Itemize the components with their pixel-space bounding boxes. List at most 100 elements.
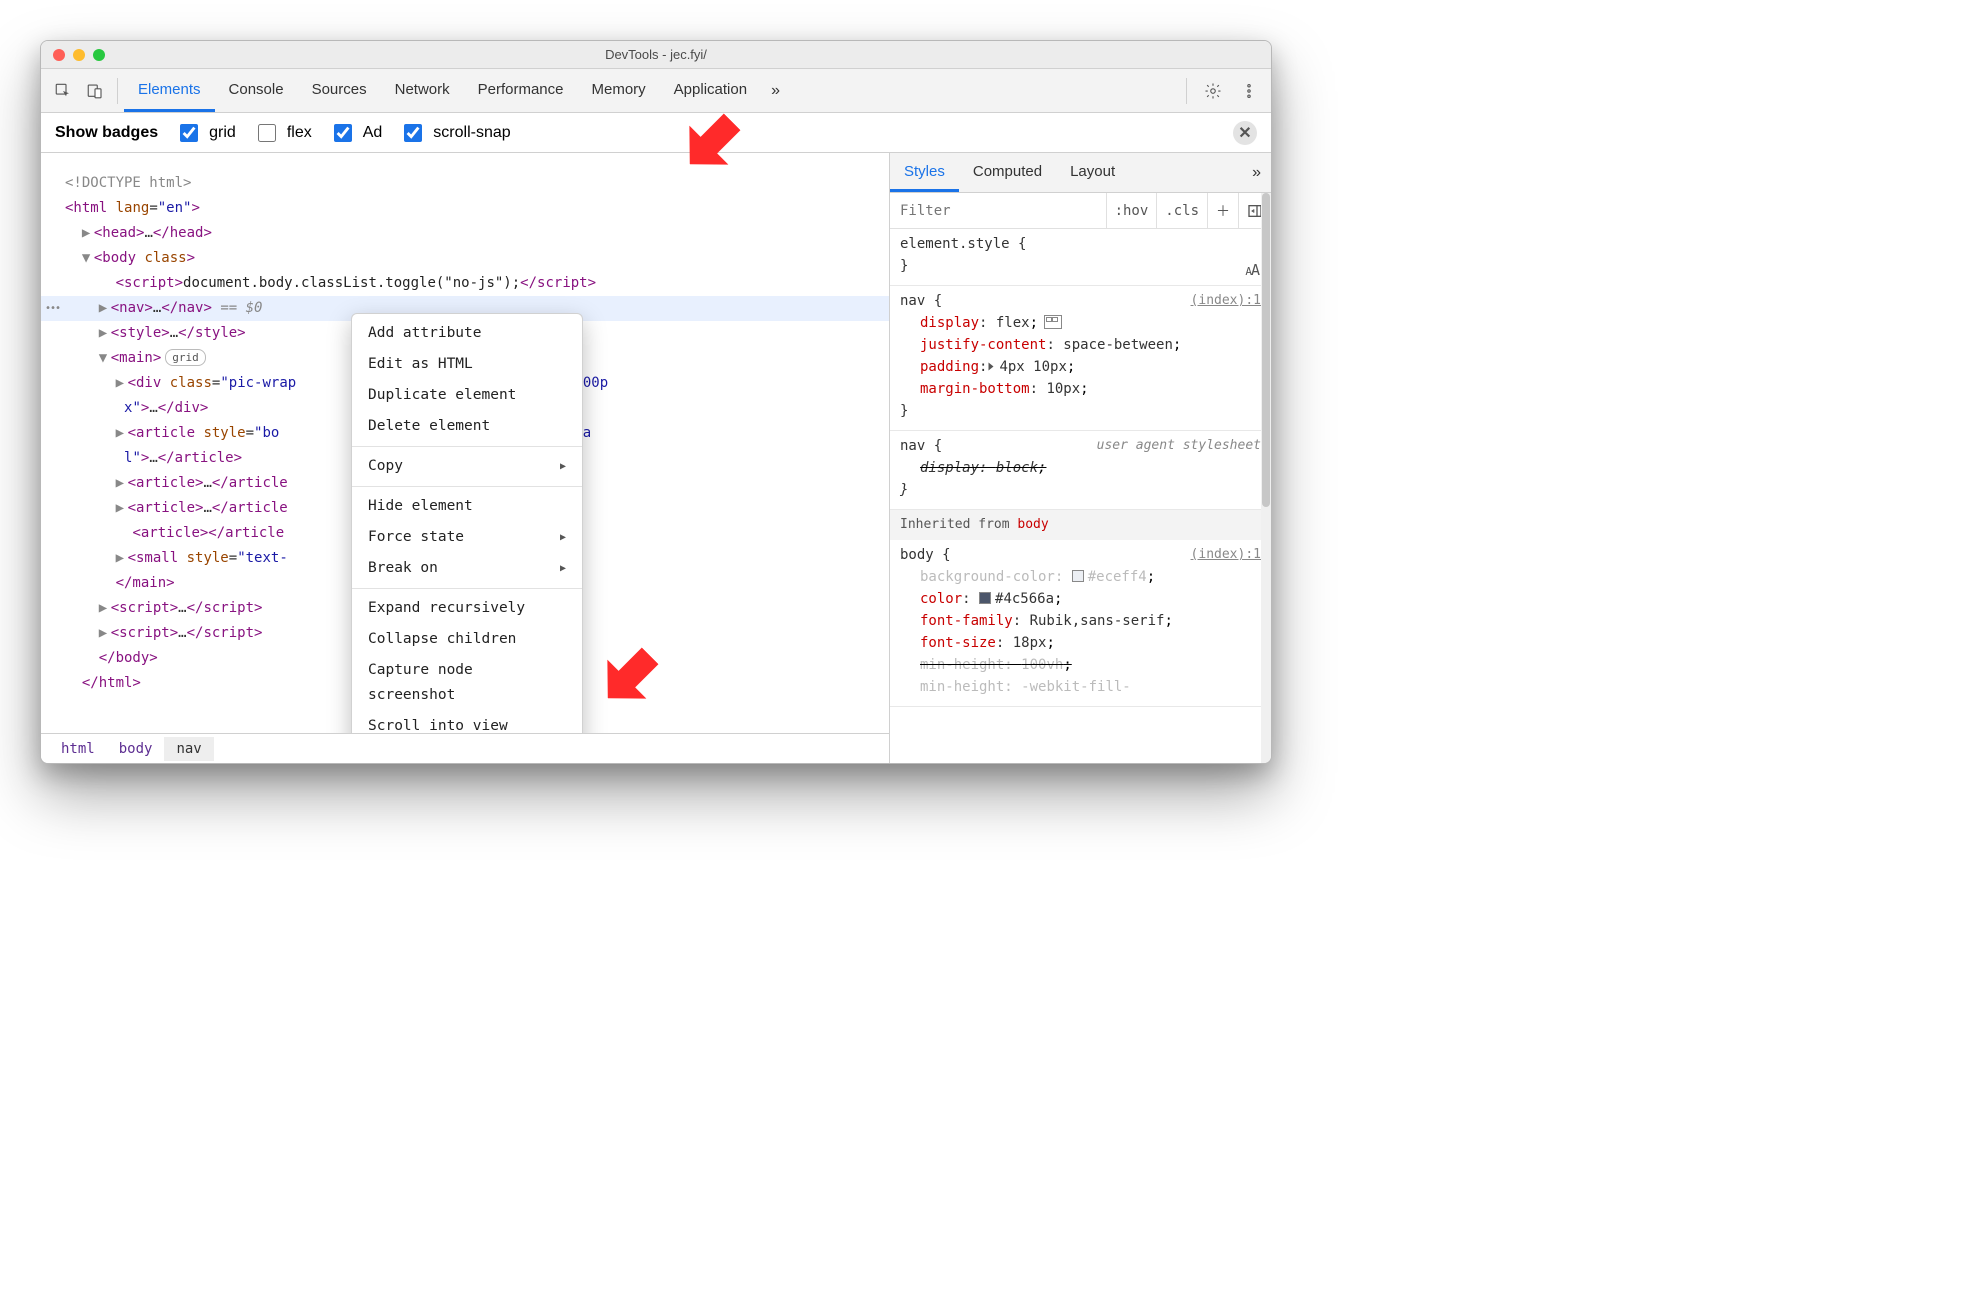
styles-sidebar: Styles Computed Layout » :hov .cls ＋ ele… xyxy=(889,153,1271,763)
badge-checkbox-scroll-snap[interactable] xyxy=(404,124,422,142)
main-toolbar: Elements Console Sources Network Perform… xyxy=(41,69,1271,113)
context-menu-item[interactable]: Capture node screenshot xyxy=(352,655,582,711)
inherited-from-link[interactable]: body xyxy=(1017,517,1048,532)
badge-option-ad[interactable]: Ad xyxy=(330,121,383,145)
new-style-rule-button[interactable]: ＋ xyxy=(1207,193,1238,228)
inline-script-text: document.body.classList.toggle("no-js"); xyxy=(183,275,520,291)
context-menu-item-label: Duplicate element xyxy=(368,383,516,408)
rule-source-link[interactable]: (index):1 xyxy=(1191,544,1261,566)
close-badges-bar-button[interactable]: ✕ xyxy=(1233,121,1257,145)
context-menu-item[interactable]: Delete element xyxy=(352,411,582,442)
dom-tree[interactable]: <!DOCTYPE html> <html lang="en"> ▶<head>… xyxy=(41,153,889,733)
tab-elements[interactable]: Elements xyxy=(124,69,215,112)
window-title: DevTools - jec.fyi/ xyxy=(41,47,1271,62)
rule-nav[interactable]: (index):1 nav { display: flex; justify-c… xyxy=(890,286,1271,431)
context-menu-separator xyxy=(352,446,582,447)
sidebar-tab-computed[interactable]: Computed xyxy=(959,153,1056,192)
rule-nav-ua[interactable]: user agent stylesheet nav { display: blo… xyxy=(890,431,1271,510)
context-menu-item[interactable]: Scroll into view xyxy=(352,711,582,733)
toolbar-separator xyxy=(1186,78,1187,104)
badge-option-scroll-snap[interactable]: scroll-snap xyxy=(400,121,510,145)
color-swatch-icon[interactable] xyxy=(1072,570,1084,582)
tab-console[interactable]: Console xyxy=(215,69,298,112)
context-menu-item[interactable]: Break on xyxy=(352,553,582,584)
context-menu-item-label: Edit as HTML xyxy=(368,352,473,377)
devtools-window: DevTools - jec.fyi/ Elements Console Sou… xyxy=(40,40,1272,764)
device-toolbar-button[interactable] xyxy=(79,75,111,107)
main-split: <!DOCTYPE html> <html lang="en"> ▶<head>… xyxy=(41,153,1271,763)
hov-button[interactable]: :hov xyxy=(1106,193,1157,228)
sidebar-tab-layout[interactable]: Layout xyxy=(1056,153,1129,192)
tab-sources[interactable]: Sources xyxy=(298,69,381,112)
context-menu-item-label: Force state xyxy=(368,525,464,550)
rule-selector: element.style { xyxy=(900,233,1261,255)
more-tabs-button[interactable]: » xyxy=(761,82,790,100)
crumb-html[interactable]: html xyxy=(49,737,107,761)
crumb-nav[interactable]: nav xyxy=(164,737,213,761)
context-menu-item-label: Copy xyxy=(368,454,403,479)
styles-filter-input[interactable] xyxy=(890,203,1106,219)
doctype-node[interactable]: <!DOCTYPE html> xyxy=(65,175,191,191)
context-menu-item-label: Capture node screenshot xyxy=(368,658,566,708)
context-menu-item-label: Add attribute xyxy=(368,321,482,346)
badge-option-label: grid xyxy=(209,124,236,142)
context-menu-item-label: Scroll into view xyxy=(368,714,508,733)
badge-checkbox-flex[interactable] xyxy=(258,124,276,142)
badge-checkbox-ad[interactable] xyxy=(334,124,352,142)
crumb-body[interactable]: body xyxy=(107,737,165,761)
elements-panel: <!DOCTYPE html> <html lang="en"> ▶<head>… xyxy=(41,153,889,763)
context-menu-item[interactable]: Force state xyxy=(352,522,582,553)
flexbox-editor-icon[interactable] xyxy=(1044,315,1062,329)
rule-source-ua: user agent stylesheet xyxy=(1097,435,1261,457)
badges-bar: Show badges grid flex Ad scroll-snap ✕ xyxy=(41,113,1271,153)
badges-label: Show badges xyxy=(55,124,158,142)
cls-button[interactable]: .cls xyxy=(1156,193,1207,228)
sidebar-tab-styles[interactable]: Styles xyxy=(890,153,959,192)
kebab-menu-button[interactable] xyxy=(1233,75,1265,107)
styles-rules[interactable]: element.style { } AA (index):1 nav { dis… xyxy=(890,229,1271,763)
rule-body[interactable]: (index):1 body { background-color: #ecef… xyxy=(890,540,1271,707)
tab-network[interactable]: Network xyxy=(381,69,464,112)
context-menu-item[interactable]: Edit as HTML xyxy=(352,349,582,380)
badge-option-label: scroll-snap xyxy=(433,124,510,142)
context-menu-item-label: Delete element xyxy=(368,414,490,439)
panel-tabs: Elements Console Sources Network Perform… xyxy=(124,69,790,112)
context-menu-item[interactable]: Collapse children xyxy=(352,624,582,655)
badge-option-label: Ad xyxy=(363,124,383,142)
inherited-from-header: Inherited from body xyxy=(890,510,1271,540)
badge-option-label: flex xyxy=(287,124,312,142)
context-menu: Add attribute Edit as HTML Duplicate eleme… xyxy=(351,313,583,733)
context-menu-separator xyxy=(352,486,582,487)
breadcrumb: html body nav xyxy=(41,733,889,763)
rule-element-style[interactable]: element.style { } AA xyxy=(890,229,1271,286)
tab-performance[interactable]: Performance xyxy=(464,69,578,112)
context-menu-item-label: Expand recursively xyxy=(368,596,525,621)
context-menu-item[interactable]: Hide element xyxy=(352,491,582,522)
titlebar: DevTools - jec.fyi/ xyxy=(41,41,1271,69)
context-menu-item-label: Collapse children xyxy=(368,627,516,652)
font-size-icon[interactable]: AA xyxy=(1245,259,1259,283)
context-menu-separator xyxy=(352,588,582,589)
tab-application[interactable]: Application xyxy=(660,69,761,112)
toolbar-separator xyxy=(117,78,118,104)
context-menu-item-label: Hide element xyxy=(368,494,473,519)
more-sidebar-tabs-button[interactable]: » xyxy=(1242,164,1271,182)
tab-memory[interactable]: Memory xyxy=(578,69,660,112)
shorthand-expand-icon[interactable] xyxy=(989,363,994,371)
context-menu-item[interactable]: Expand recursively xyxy=(352,593,582,624)
context-menu-item-label: Break on xyxy=(368,556,438,581)
badge-option-grid[interactable]: grid xyxy=(176,121,236,145)
scrollbar[interactable] xyxy=(1261,193,1271,763)
context-menu-item[interactable]: Copy xyxy=(352,451,582,482)
context-menu-item[interactable]: Duplicate element xyxy=(352,380,582,411)
rule-source-link[interactable]: (index):1 xyxy=(1191,290,1261,312)
inspect-element-button[interactable] xyxy=(47,75,79,107)
settings-button[interactable] xyxy=(1197,75,1229,107)
badge-checkbox-grid[interactable] xyxy=(180,124,198,142)
color-swatch-icon[interactable] xyxy=(979,592,991,604)
styles-filter-bar: :hov .cls ＋ xyxy=(890,193,1271,229)
context-menu-item[interactable]: Add attribute xyxy=(352,318,582,349)
grid-badge[interactable]: grid xyxy=(165,349,206,366)
badge-option-flex[interactable]: flex xyxy=(254,121,312,145)
sidebar-tabs: Styles Computed Layout » xyxy=(890,153,1271,193)
